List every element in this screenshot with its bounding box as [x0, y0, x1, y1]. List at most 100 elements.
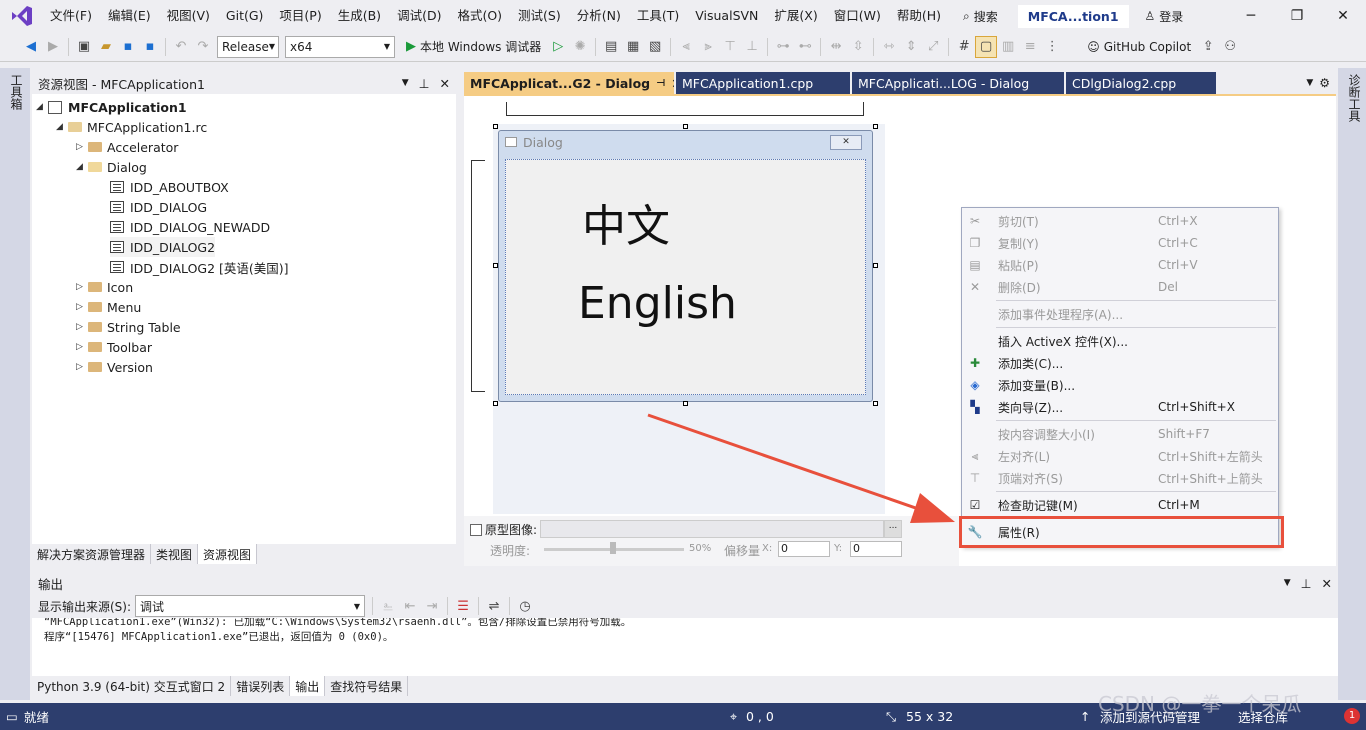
close-icon[interactable]: ✕ — [440, 76, 450, 91]
ctx-check-mnemonics[interactable]: ☑ 检查助记键(M) Ctrl+M — [962, 494, 1278, 516]
menu-project[interactable]: 项目(P) — [271, 0, 329, 32]
tree-item-icon[interactable]: ▷ Icon — [76, 277, 133, 297]
menu-build[interactable]: 生成(B) — [330, 0, 389, 32]
tab-order-icon[interactable]: ≡ — [1019, 36, 1041, 58]
same-width-icon[interactable]: ⇿ — [878, 36, 900, 58]
static-text-english[interactable]: English — [578, 278, 737, 329]
offset-x-input[interactable]: 0 — [778, 541, 830, 557]
diagnostics-tab[interactable]: 诊断工具 — [1346, 74, 1363, 122]
toggle-guides-icon[interactable]: ▢ — [975, 35, 998, 58]
back-icon[interactable]: ◀ — [20, 36, 42, 58]
toggle-grid-icon[interactable]: # — [953, 36, 975, 58]
new-project-icon[interactable]: ▣ — [73, 36, 95, 58]
tree-item-version[interactable]: ▷ Version — [76, 357, 153, 377]
save-icon[interactable]: ▪ — [117, 36, 139, 58]
resize-handle[interactable] — [683, 124, 688, 129]
tree-item-menu[interactable]: ▷ Menu — [76, 297, 141, 317]
hot-reload-icon[interactable]: ✺ — [569, 36, 591, 58]
menu-view[interactable]: 视图(V) — [159, 0, 218, 32]
pin-icon[interactable]: ⊣ — [656, 78, 665, 89]
menu-file[interactable]: 文件(F) — [42, 0, 100, 32]
align-bottom-icon[interactable]: ⊥ — [741, 36, 763, 58]
menu-git[interactable]: Git(G) — [218, 0, 272, 32]
tree-item-toolbar[interactable]: ▷ Toolbar — [76, 337, 152, 357]
tab-list-dropdown-icon[interactable]: ▼ — [1306, 72, 1313, 94]
tab-output[interactable]: 输出 — [290, 676, 326, 696]
resize-handle[interactable] — [493, 263, 498, 268]
ctx-align-left[interactable]: ⫷ 左对齐(L) Ctrl+Shift+左箭头 — [962, 445, 1278, 467]
align-left-icon[interactable]: ⫷ — [675, 36, 697, 58]
panel-dropdown-icon[interactable]: ▼ — [402, 78, 409, 88]
admin-icon[interactable]: ⚇ — [1219, 36, 1241, 58]
ctx-paste[interactable]: ▤ 粘贴(P) Ctrl+V — [962, 254, 1278, 276]
ctx-insert-activex[interactable]: 插入 ActiveX 控件(X)... — [962, 330, 1278, 352]
output-source-select[interactable]: 调试 ▼ — [135, 595, 366, 617]
layout-icon[interactable]: ▦ — [622, 36, 644, 58]
chevron-right-icon[interactable]: ▷ — [76, 342, 88, 352]
clock-icon[interactable]: ◷ — [514, 595, 536, 617]
chevron-right-icon[interactable]: ▷ — [76, 362, 88, 372]
panel-dropdown-icon[interactable]: ▼ — [1284, 578, 1291, 588]
tab-python-interactive[interactable]: Python 3.9 (64-bit) 交互式窗口 2 — [32, 676, 232, 696]
toolbar-overflow-icon[interactable]: ⋮ — [1041, 36, 1063, 58]
go-to-line-icon[interactable]: ⎁ — [377, 595, 399, 617]
resize-handle[interactable] — [873, 124, 878, 129]
pin-icon[interactable]: ⊥ — [419, 76, 430, 91]
ctx-copy[interactable]: ❐ 复制(Y) Ctrl+C — [962, 232, 1278, 254]
test-dialog-icon[interactable]: ▧ — [644, 36, 666, 58]
share-icon[interactable]: ⇪ — [1197, 36, 1219, 58]
chevron-down-icon[interactable]: ◢ — [76, 162, 88, 172]
undo-icon[interactable]: ↶ — [170, 36, 192, 58]
menu-edit[interactable]: 编辑(E) — [100, 0, 159, 32]
ctx-size-to-content[interactable]: 按内容调整大小(I) Shift+F7 — [962, 423, 1278, 445]
gear-icon[interactable]: ⚙ — [1319, 72, 1330, 94]
space-across-icon[interactable]: ⇹ — [825, 36, 847, 58]
menu-help[interactable]: 帮助(H) — [889, 0, 949, 32]
tab-dlgdialog2-cpp[interactable]: CDlgDialog2.cpp — [1066, 72, 1216, 94]
close-icon[interactable]: ✕ — [1322, 576, 1332, 591]
configuration-select[interactable]: Release ▼ — [217, 35, 279, 58]
user-icon[interactable]: ♙ — [1145, 9, 1156, 23]
ctx-add-variable[interactable]: ◈ 添加变量(B)... — [962, 374, 1278, 396]
open-folder-icon[interactable]: ▰ — [95, 36, 117, 58]
tab-resource-view[interactable]: 资源视图 — [198, 544, 258, 564]
tab-dialog-designer[interactable]: MFCApplicati...LOG - Dialog — [852, 72, 1064, 94]
offset-y-input[interactable]: 0 — [850, 541, 902, 557]
menu-tools[interactable]: 工具(T) — [629, 0, 687, 32]
dialog-preview[interactable]: Dialog ✕ 中文 English — [498, 130, 873, 402]
ctx-add-event-handler[interactable]: 添加事件处理程序(A)... — [962, 303, 1278, 325]
pin-icon[interactable]: ⊥ — [1301, 576, 1312, 591]
tree-item-idd-dialog2[interactable]: IDD_DIALOG2 — [110, 237, 216, 257]
static-text-chinese[interactable]: 中文 — [582, 190, 670, 254]
output-text[interactable]: “MFCApplication1.exe”(Win32): 已加载“C:\Win… — [32, 618, 1338, 676]
close-icon[interactable]: ✕ — [671, 76, 674, 91]
resize-handle[interactable] — [873, 263, 878, 268]
search-box[interactable]: ⌕ 搜索 — [955, 8, 1006, 25]
tab-cpp-file[interactable]: MFCApplication1.cpp — [676, 72, 850, 94]
same-height-icon[interactable]: ⇕ — [900, 36, 922, 58]
opacity-slider-thumb[interactable] — [610, 542, 616, 554]
same-size-icon[interactable]: ⤢ — [922, 36, 944, 58]
resize-handle[interactable] — [493, 401, 498, 406]
prev-message-icon[interactable]: ⇤ — [399, 595, 421, 617]
chevron-down-icon[interactable]: ◢ — [56, 122, 68, 132]
ctx-class-wizard[interactable]: ▚ 类向导(Z)... Ctrl+Shift+X — [962, 396, 1278, 418]
ctx-align-top[interactable]: ⊤ 顶端对齐(S) Ctrl+Shift+上箭头 — [962, 467, 1278, 489]
save-all-icon[interactable]: ▪ — [139, 36, 161, 58]
chevron-right-icon[interactable]: ▷ — [76, 322, 88, 332]
tree-item-dialog[interactable]: ◢ Dialog — [76, 157, 147, 177]
start-debug-button[interactable]: ▶ 本地 Windows 调试器 — [406, 38, 541, 55]
ctx-add-class[interactable]: ✚ 添加类(C)... — [962, 352, 1278, 374]
align-right-icon[interactable]: ⫸ — [697, 36, 719, 58]
github-copilot-button[interactable]: ☺ GitHub Copilot — [1087, 40, 1191, 54]
menu-analyze[interactable]: 分析(N) — [569, 0, 629, 32]
tree-item-idd-dialog-newadd[interactable]: IDD_DIALOG_NEWADD — [110, 217, 270, 237]
menu-debug[interactable]: 调试(D) — [389, 0, 449, 32]
notification-badge[interactable]: 1 — [1344, 708, 1360, 724]
tree-item-idd-dialog[interactable]: IDD_DIALOG — [110, 197, 207, 217]
chevron-down-icon[interactable]: ◢ — [36, 102, 48, 112]
dialog-client-area[interactable]: 中文 English — [505, 159, 866, 395]
menu-visualsvn[interactable]: VisualSVN — [687, 0, 766, 32]
test-icon[interactable]: ▥ — [997, 36, 1019, 58]
forward-icon[interactable]: ▶ — [42, 36, 64, 58]
